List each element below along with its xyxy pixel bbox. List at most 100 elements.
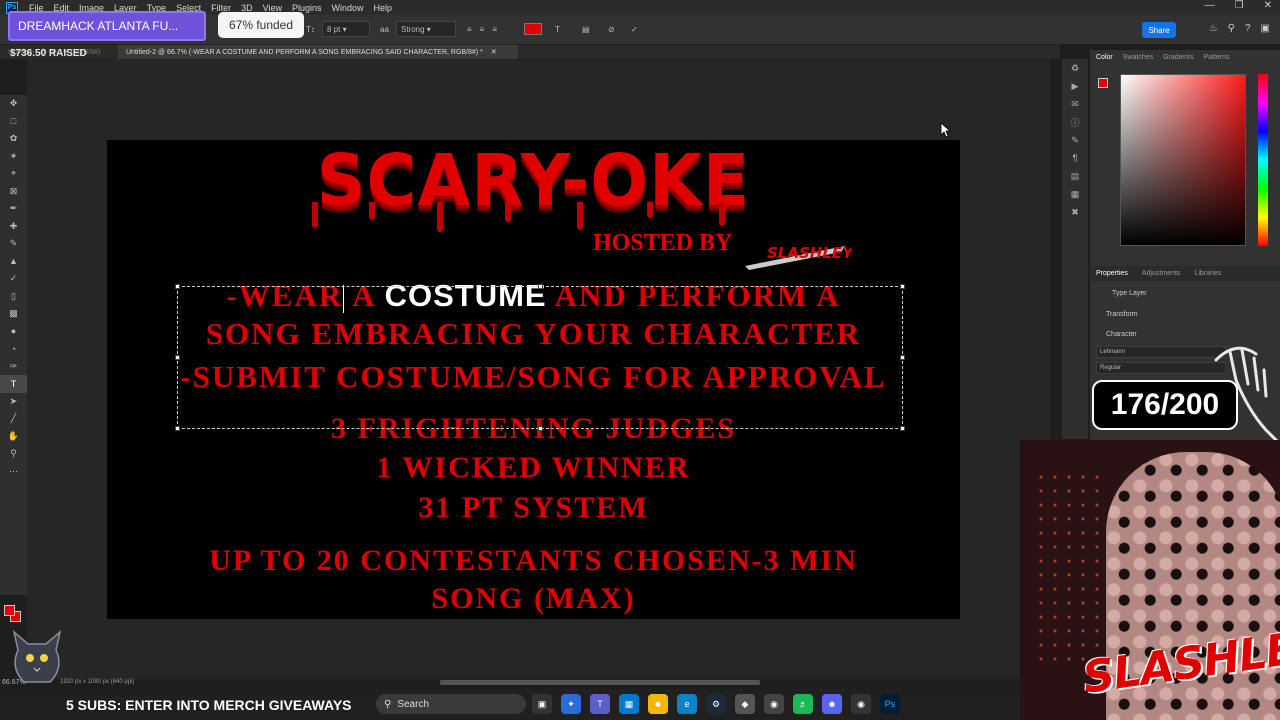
- task-view-icon[interactable]: ▣: [532, 694, 552, 714]
- taskbar-search[interactable]: ⚲ Search: [376, 694, 526, 714]
- menu-filter[interactable]: Filter: [206, 3, 236, 13]
- top-right-icons: ♨ ⚲ ? ▣: [1209, 23, 1270, 34]
- cancel-icon[interactable]: ⊘: [608, 21, 615, 37]
- document-tab-active[interactable]: Untitled-2 @ 66.7% (-WEAR A COSTUME AND …: [118, 45, 518, 59]
- zoom-tool-icon[interactable]: ⚲: [0, 445, 27, 463]
- history-icon[interactable]: ♻: [1062, 59, 1088, 77]
- tab-close-icon[interactable]: ✕: [491, 48, 497, 56]
- tab-adjustments[interactable]: Adjustments: [1142, 270, 1181, 277]
- properties-tabs: Properties Adjustments Libraries: [1090, 266, 1280, 281]
- type-tool-icon[interactable]: T: [0, 375, 27, 393]
- close-icon[interactable]: ✕: [1264, 0, 1272, 11]
- transform-handle[interactable]: [538, 426, 543, 431]
- skeleton-hand-graphic: [1214, 346, 1280, 446]
- frame-tool-icon[interactable]: ⊠: [0, 183, 27, 201]
- tab-color[interactable]: Color: [1096, 54, 1113, 61]
- tab-swatches[interactable]: Swatches: [1123, 54, 1153, 61]
- hand-tool-icon[interactable]: ✋: [0, 428, 27, 446]
- app-icon[interactable]: ◆: [735, 694, 755, 714]
- font-size-select[interactable]: 8 pt ▾: [322, 21, 370, 37]
- align-center-icon[interactable]: ≡: [480, 25, 485, 34]
- tools-icon[interactable]: ✖: [1062, 203, 1088, 221]
- actions-icon[interactable]: ▶: [1062, 77, 1088, 95]
- quick-select-tool-icon[interactable]: ✶: [0, 148, 27, 166]
- color-picker-field[interactable]: [1120, 74, 1246, 246]
- transform-handle[interactable]: [175, 355, 180, 360]
- tab-properties[interactable]: Properties: [1096, 270, 1128, 277]
- stamp-tool-icon[interactable]: ▲: [0, 253, 27, 271]
- move-tool-icon[interactable]: ✥: [0, 95, 27, 113]
- photoshop-icon[interactable]: Ps: [880, 694, 900, 714]
- eyedropper-tool-icon[interactable]: ✒: [0, 200, 27, 218]
- help-icon[interactable]: ?: [1245, 23, 1251, 34]
- align-left-icon[interactable]: ≡: [467, 25, 472, 34]
- steam-icon[interactable]: ⚙: [706, 694, 726, 714]
- line-tool-icon[interactable]: ╱: [0, 410, 27, 428]
- channels-icon[interactable]: ▦: [1062, 185, 1088, 203]
- pen-tool-icon[interactable]: ✑: [0, 358, 27, 376]
- app-icon[interactable]: ◉: [764, 694, 784, 714]
- tab-gradients[interactable]: Gradients: [1163, 54, 1193, 61]
- share-button[interactable]: Share: [1142, 22, 1176, 38]
- commit-icon[interactable]: ✓: [631, 21, 638, 37]
- text-color-swatch[interactable]: [524, 23, 542, 35]
- lasso-tool-icon[interactable]: ✿: [0, 130, 27, 148]
- brush-tool-icon[interactable]: ✎: [0, 235, 27, 253]
- document-canvas[interactable]: SCARY-OKE HOSTED BY SLASHLEY -WEAR A COS…: [107, 140, 960, 619]
- transform-handle[interactable]: [538, 284, 543, 289]
- obs-icon[interactable]: ◉: [851, 694, 871, 714]
- hue-slider[interactable]: [1258, 74, 1268, 246]
- marquee-tool-icon[interactable]: □: [0, 113, 27, 131]
- edge-icon[interactable]: e: [677, 694, 697, 714]
- paragraph-icon[interactable]: ¶: [1062, 149, 1088, 167]
- menu-plugins[interactable]: Plugins: [287, 3, 327, 13]
- transform-handle[interactable]: [900, 426, 905, 431]
- path-select-tool-icon[interactable]: ➤: [0, 393, 27, 411]
- transform-handle[interactable]: [900, 355, 905, 360]
- gradient-tool-icon[interactable]: ▩: [0, 305, 27, 323]
- layers-icon[interactable]: ▤: [1062, 167, 1088, 185]
- horizontal-scrollbar[interactable]: [440, 680, 760, 685]
- dodge-tool-icon[interactable]: ◔: [0, 340, 27, 358]
- character-panel-icon[interactable]: ▤: [582, 21, 590, 37]
- antialias-select[interactable]: Strong ▾: [396, 21, 456, 37]
- align-right-icon[interactable]: ≡: [492, 25, 497, 34]
- minimize-icon[interactable]: —: [1205, 0, 1215, 11]
- store-icon[interactable]: ▦: [619, 694, 639, 714]
- comments-icon[interactable]: ✉: [1062, 95, 1088, 113]
- foreground-color-swatch[interactable]: [4, 605, 15, 616]
- transform-handle[interactable]: [900, 284, 905, 289]
- transform-handle[interactable]: [175, 426, 180, 431]
- text-orientation-icon[interactable]: T↕: [306, 21, 315, 37]
- search-icon[interactable]: ⚲: [1228, 23, 1235, 34]
- restore-icon[interactable]: ❐: [1235, 0, 1244, 11]
- text-bounding-box[interactable]: [175, 284, 905, 431]
- healing-tool-icon[interactable]: ✚: [0, 218, 27, 236]
- bell-icon[interactable]: ♨: [1209, 23, 1218, 34]
- file-explorer-icon[interactable]: ■: [648, 694, 668, 714]
- color-swatches[interactable]: [4, 605, 22, 623]
- history-brush-icon[interactable]: ✓: [0, 270, 27, 288]
- menu-view[interactable]: View: [258, 3, 287, 13]
- panel-foreground-swatch[interactable]: [1098, 78, 1108, 88]
- spotify-icon[interactable]: ♬: [793, 694, 813, 714]
- character-section[interactable]: Character: [1106, 331, 1137, 338]
- transform-handle[interactable]: [175, 284, 180, 289]
- blur-tool-icon[interactable]: ●: [0, 323, 27, 341]
- workspace-icon[interactable]: ▣: [1261, 23, 1270, 34]
- eraser-tool-icon[interactable]: ▯: [0, 288, 27, 306]
- discord-icon[interactable]: ☻: [822, 694, 842, 714]
- warp-text-icon[interactable]: Τ: [555, 21, 560, 37]
- menu-help[interactable]: Help: [369, 3, 398, 13]
- teams-icon[interactable]: T: [590, 694, 610, 714]
- tab-patterns[interactable]: Patterns: [1203, 54, 1229, 61]
- info-icon[interactable]: ⓘ: [1062, 113, 1088, 131]
- crop-tool-icon[interactable]: ⌖: [0, 165, 27, 183]
- more-tools-icon[interactable]: ⋯: [0, 463, 27, 481]
- transform-section[interactable]: Transform: [1106, 311, 1138, 318]
- menu-window[interactable]: Window: [327, 3, 369, 13]
- tab-libraries[interactable]: Libraries: [1194, 270, 1221, 277]
- copilot-icon[interactable]: ✦: [561, 694, 581, 714]
- menu-3d[interactable]: 3D: [236, 3, 258, 13]
- brush-settings-icon[interactable]: ✎: [1062, 131, 1088, 149]
